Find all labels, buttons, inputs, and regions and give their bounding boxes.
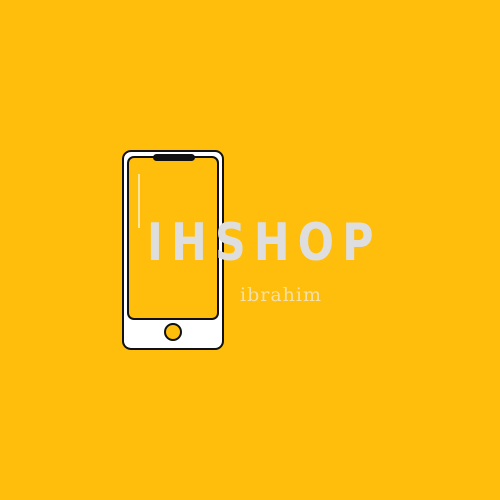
home-button-icon (164, 323, 182, 341)
brand-name: IHSHOP (147, 213, 382, 273)
tagline: ibrahim (240, 284, 322, 306)
phone-notch (153, 154, 195, 161)
